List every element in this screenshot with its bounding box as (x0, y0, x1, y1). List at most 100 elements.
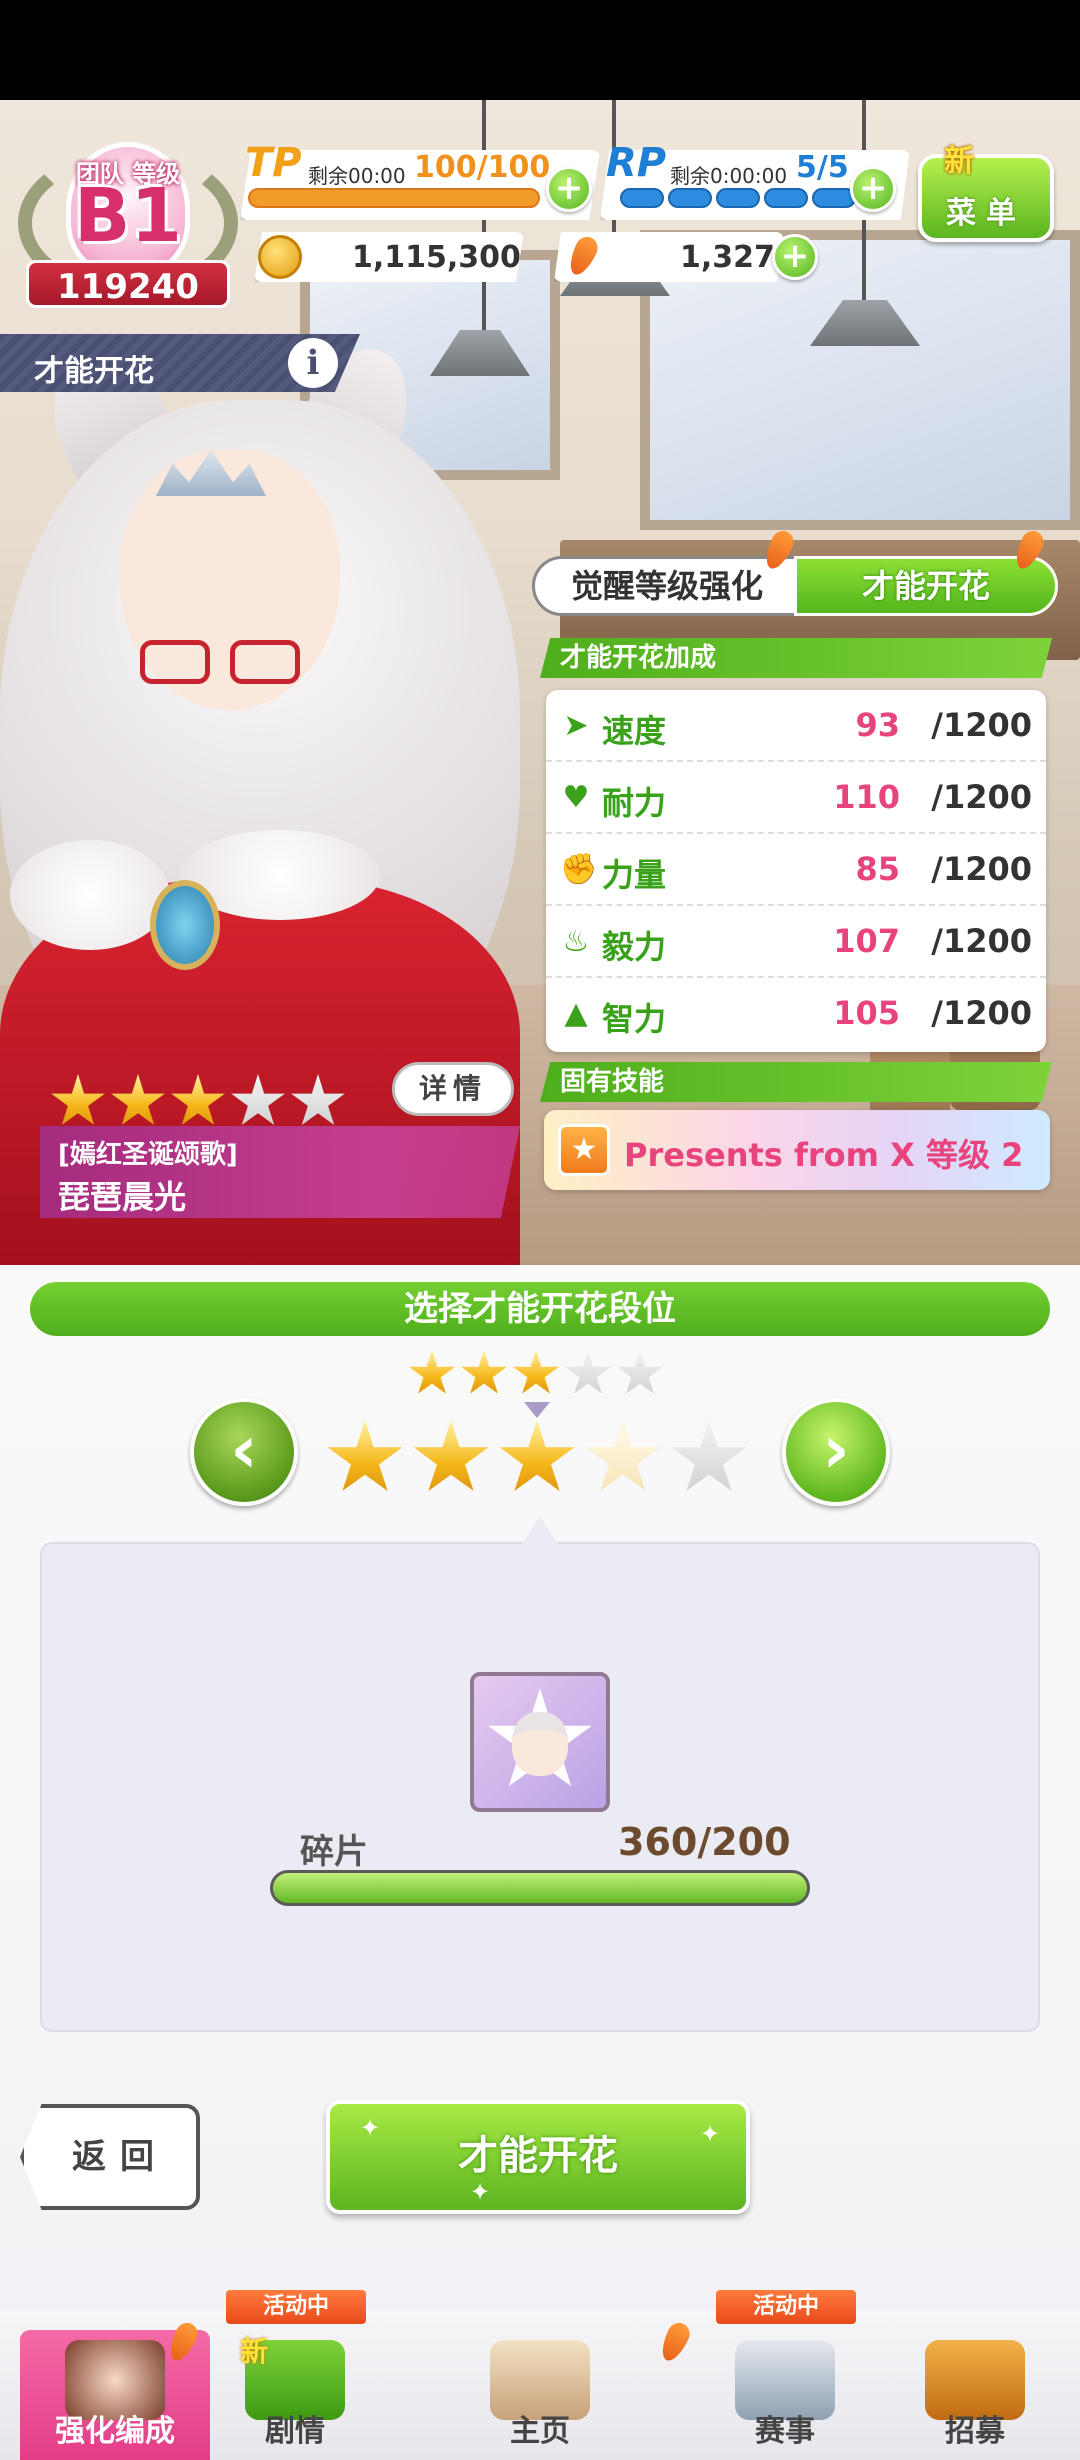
stat-max: /1200 (931, 994, 1032, 1032)
stat-row: ♥ 耐力 110 /1200 (546, 762, 1046, 834)
tp-add-button[interactable]: + (546, 166, 592, 212)
character-rarity-stars (50, 1074, 360, 1132)
nav-label: 剧情 (265, 2414, 325, 2449)
event-tag: 活动中 (226, 2290, 366, 2324)
next-level-button[interactable]: › (782, 1398, 890, 1506)
star-icon (616, 1350, 664, 1394)
rp-pill (668, 188, 712, 208)
rp-value: 5/5 (796, 150, 849, 185)
fragment-count: 360/200 (618, 1820, 791, 1864)
rp-pill (716, 188, 760, 208)
coin-amount: 1,115,300 (352, 240, 521, 275)
nav-home[interactable]: 主页 (445, 2330, 635, 2460)
glasses (140, 640, 210, 684)
star-icon (564, 1350, 612, 1394)
new-badge: 新 (944, 144, 974, 179)
stat-value: 93 (855, 706, 900, 744)
nav-story[interactable]: 新 剧情 (200, 2330, 390, 2460)
nav-label: 强化编成 (55, 2414, 175, 2449)
event-tag: 活动中 (716, 2290, 856, 2324)
star-icon (499, 1420, 575, 1491)
stat-name: 力量 (602, 856, 667, 894)
unique-skill-header: 固有技能 (540, 1062, 1052, 1102)
carat-add-button[interactable]: + (772, 234, 818, 280)
prev-level-button[interactable]: ‹ (190, 1398, 298, 1506)
stat-name: 速度 (602, 712, 667, 750)
star-icon (413, 1420, 489, 1491)
character-title: [嫣红圣诞颂歌] (58, 1140, 238, 1170)
star-icon (671, 1420, 747, 1491)
stats-table: ➤ 速度 93 /1200 ♥ 耐力 110 /1200 ✊ 力量 85 /12… (546, 690, 1046, 1052)
character-portrait (512, 1712, 568, 1776)
rank-score: 119240 (26, 260, 230, 308)
fragment-progress-fill (273, 1873, 807, 1903)
stat-name: 毅力 (602, 928, 667, 966)
skill-icon: ★ (558, 1124, 610, 1176)
speed-icon: ➤ (563, 708, 589, 743)
fragment-label: 碎片 (300, 1832, 368, 1872)
menu-button[interactable]: 新 菜单 (918, 144, 1054, 242)
tp-value: 100/100 (414, 150, 551, 185)
target-stars[interactable] (326, 1420, 766, 1506)
screen-title: 才能开花 (34, 354, 154, 389)
rp-label: RP (606, 140, 667, 186)
rp-pill (620, 188, 664, 208)
unique-skill-card[interactable]: ★ Presents from X 等级 2 (544, 1110, 1050, 1190)
star-icon (291, 1074, 345, 1125)
stat-value: 105 (833, 994, 900, 1032)
glasses (230, 640, 300, 684)
rp-remain: 剩余0:00:00 (670, 164, 788, 188)
rp-add-button[interactable]: + (850, 166, 896, 212)
tab-bar: 觉醒等级强化 才能开花 (532, 556, 1058, 616)
stat-max: /1200 (931, 778, 1032, 816)
stat-name: 耐力 (602, 784, 667, 822)
star-icon (111, 1074, 165, 1125)
fragment-progress-bar (270, 1870, 810, 1906)
nav-gacha[interactable]: 招募 (880, 2330, 1070, 2460)
stat-value: 85 (855, 850, 900, 888)
stat-max: /1200 (931, 850, 1032, 888)
stat-max: /1200 (931, 922, 1032, 960)
star-icon (327, 1420, 403, 1491)
stat-row: ➤ 速度 93 /1200 (546, 690, 1046, 762)
stat-row: ♨ 毅力 107 /1200 (546, 906, 1046, 978)
star-icon (231, 1074, 285, 1125)
character-fragment-thumbnail (470, 1672, 610, 1812)
back-button[interactable]: 返回 (20, 2104, 200, 2210)
nav-race[interactable]: 赛事 (690, 2330, 880, 2460)
star-icon (408, 1350, 456, 1394)
rank-grade: B1 (74, 173, 182, 259)
tp-gauge (248, 188, 540, 208)
stat-name: 智力 (602, 1000, 667, 1038)
team-rank-badge[interactable]: 团队 等级 B1 119240 (18, 132, 238, 312)
skill-name: Presents from X 等级 2 (624, 1136, 1024, 1174)
fur-trim (10, 840, 170, 950)
bonus-section-header: 才能开花加成 (540, 638, 1052, 678)
detail-button[interactable]: 详情 (392, 1062, 514, 1116)
menu-label: 菜单 (946, 196, 1026, 231)
sparkle-icon: ✦ (700, 2120, 721, 2148)
carat-amount: 1,327 (680, 240, 775, 275)
talent-bloom-button[interactable]: 才能开花 (326, 2100, 750, 2214)
power-icon: ✊ (560, 852, 598, 887)
star-icon (171, 1074, 225, 1125)
tp-label: TP (245, 140, 302, 186)
nav-label: 主页 (510, 2414, 570, 2449)
star-icon (512, 1350, 560, 1394)
stat-row: ✊ 力量 85 /1200 (546, 834, 1046, 906)
tab-awakening[interactable]: 觉醒等级强化 (532, 556, 802, 616)
star-icon (460, 1350, 508, 1394)
star-icon (585, 1420, 661, 1491)
character-name-box: [嫣红圣诞颂歌] 琵琶晨光 (40, 1126, 520, 1218)
nav-label: 招募 (945, 2414, 1005, 2449)
coin-icon (258, 235, 302, 279)
info-icon[interactable]: i (288, 338, 338, 388)
star-icon (51, 1074, 105, 1125)
sparkle-icon: ✦ (360, 2114, 381, 2142)
select-header: 选择才能开花段位 (30, 1282, 1050, 1336)
new-badge: 新 (240, 2335, 269, 2368)
tp-remain: 剩余00:00 (308, 164, 406, 188)
sparkle-icon: ✦ (470, 2178, 491, 2206)
stat-value: 107 (833, 922, 900, 960)
stat-row: ▲ 智力 105 /1200 (546, 978, 1046, 1050)
